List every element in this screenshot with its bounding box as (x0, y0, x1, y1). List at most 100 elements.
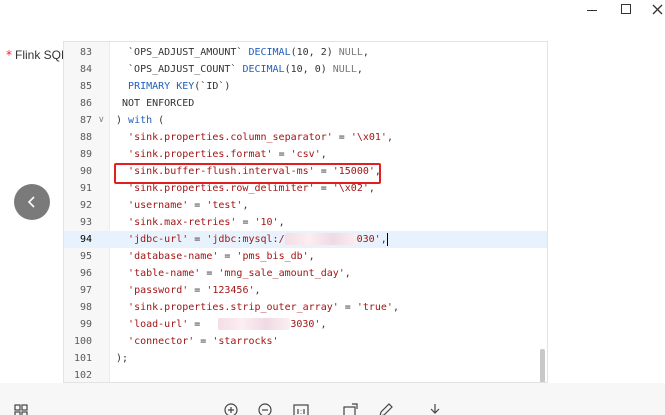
string-token: 'starrocks' (212, 336, 279, 347)
code-text: 'username' = 'test', (116, 197, 248, 214)
code-token: = (332, 132, 351, 143)
string-token: 030' (356, 234, 381, 245)
line-number: 90 (79, 166, 92, 177)
code-token: `OPS_ADJUST_COUNT` (116, 64, 243, 75)
code-token: , (392, 302, 399, 313)
redacted-text (284, 233, 357, 245)
code-token: = (188, 200, 207, 211)
string-token: 'jdbc:mysql:/ (206, 234, 285, 245)
code-token: NULL (338, 47, 363, 58)
sql-code-editor[interactable]: 83 `OPS_ADJUST_AMOUNT` DECIMAL(10, 2) NU… (63, 41, 548, 383)
line-number: 87 (79, 115, 92, 126)
code-token: = (314, 183, 333, 194)
string-token: 'csv' (290, 149, 321, 160)
code-text: 'sink.properties.column_separator' = '\x… (116, 129, 393, 146)
code-token: , (356, 64, 363, 75)
code-token: , (308, 251, 315, 262)
string-token: 'database-name' (128, 251, 219, 262)
code-line[interactable]: 88 'sink.properties.column_separator' = … (64, 129, 547, 146)
string-token: 'table-name' (128, 268, 201, 279)
code-token: , (242, 200, 249, 211)
code-token: , (320, 149, 327, 160)
code-token: = (194, 336, 213, 347)
string-token: 'username' (128, 200, 189, 211)
fold-chevron-icon[interactable]: ∨ (98, 115, 105, 126)
actual-size-button[interactable] (292, 402, 310, 415)
code-token: , (344, 268, 351, 279)
code-line[interactable]: 95 'database-name' = 'pms_bis_db', (64, 248, 547, 265)
zoom-out-icon (258, 403, 272, 415)
string-token: 'sink.max-retries' (128, 217, 237, 228)
line-number: 93 (79, 217, 92, 228)
string-token: 'jdbc-url' (128, 234, 189, 245)
zoom-in-button[interactable] (223, 402, 241, 415)
close-button[interactable] (640, 0, 665, 18)
string-token: 'sink.properties.strip_outer_array' (128, 302, 339, 313)
line-number: 84 (79, 64, 92, 75)
string-token: 'test' (206, 200, 243, 211)
code-token: = (338, 302, 357, 313)
string-token: 'true' (356, 302, 393, 313)
code-line[interactable]: 100 'connector' = 'starrocks' (64, 333, 547, 350)
code-text: 'table-name' = 'mng_sale_amount_day', (116, 265, 351, 282)
maximize-button[interactable] (609, 0, 643, 18)
code-line[interactable]: 84 `OPS_ADJUST_COUNT` DECIMAL(10, 0) NUL… (64, 61, 547, 78)
rotate-button[interactable] (342, 402, 360, 415)
code-text: 'sink.max-retries' = '10', (116, 214, 285, 231)
zoom-out-button[interactable] (257, 402, 275, 415)
code-token: = (188, 319, 207, 330)
code-line[interactable]: 86 NOT ENFORCED (64, 95, 547, 112)
line-number: 98 (79, 302, 92, 313)
string-token: 'sink.properties.format' (128, 149, 273, 160)
download-icon (430, 404, 440, 414)
code-line[interactable]: 97 'password' = '123456', (64, 282, 547, 299)
editor-scrollbar[interactable] (540, 349, 545, 382)
code-line[interactable]: 85 PRIMARY KEY(`ID`) (64, 78, 547, 95)
code-text: 'sink.properties.format' = 'csv', (116, 146, 327, 163)
line-number: 96 (79, 268, 92, 279)
string-token: 'sink.properties.row_delimiter' (128, 183, 315, 194)
code-line[interactable]: 96 'table-name' = 'mng_sale_amount_day', (64, 265, 547, 282)
code-line[interactable]: 94 'jdbc-url' = 'jdbc:mysql:/030', (64, 231, 547, 248)
code-token: = (188, 285, 207, 296)
edit-icon (379, 403, 393, 415)
code-line[interactable]: 87 ∨ ) with ( (64, 112, 547, 129)
code-text: 'sink.properties.strip_outer_array' = 't… (116, 299, 399, 316)
previous-button[interactable] (14, 184, 50, 220)
code-token: ) (116, 115, 129, 126)
edit-button[interactable] (376, 402, 394, 415)
line-number: 94 (79, 234, 92, 245)
close-icon (652, 4, 662, 14)
rotate-icon (343, 403, 358, 415)
download-button[interactable] (426, 402, 444, 415)
code-token: NOT ENFORCED (116, 98, 195, 109)
code-line[interactable]: 99 'load-url' = 3030', (64, 316, 547, 333)
code-token: = (200, 268, 219, 279)
code-text: 'connector' = 'starrocks' (116, 333, 279, 350)
code-line[interactable]: 83 `OPS_ADJUST_AMOUNT` DECIMAL(10, 2) NU… (64, 44, 547, 61)
string-token: '10' (254, 217, 279, 228)
code-line[interactable]: 101); (64, 350, 547, 367)
code-line[interactable]: 93 'sink.max-retries' = '10', (64, 214, 547, 231)
line-number: 92 (79, 200, 92, 211)
grid-button[interactable] (12, 402, 30, 415)
string-token: 'mng_sale_amount_day' (218, 268, 345, 279)
code-line[interactable]: 89 'sink.properties.format' = 'csv', (64, 146, 547, 163)
code-text: ) with ( (116, 112, 164, 129)
code-token: , (368, 183, 375, 194)
minimize-button[interactable] (575, 0, 609, 18)
code-line[interactable]: 102 (64, 367, 547, 382)
code-line[interactable]: 98 'sink.properties.strip_outer_array' =… (64, 299, 547, 316)
line-number: 85 (79, 81, 92, 92)
code-token: = (188, 234, 207, 245)
code-line[interactable]: 92 'username' = 'test', (64, 197, 547, 214)
